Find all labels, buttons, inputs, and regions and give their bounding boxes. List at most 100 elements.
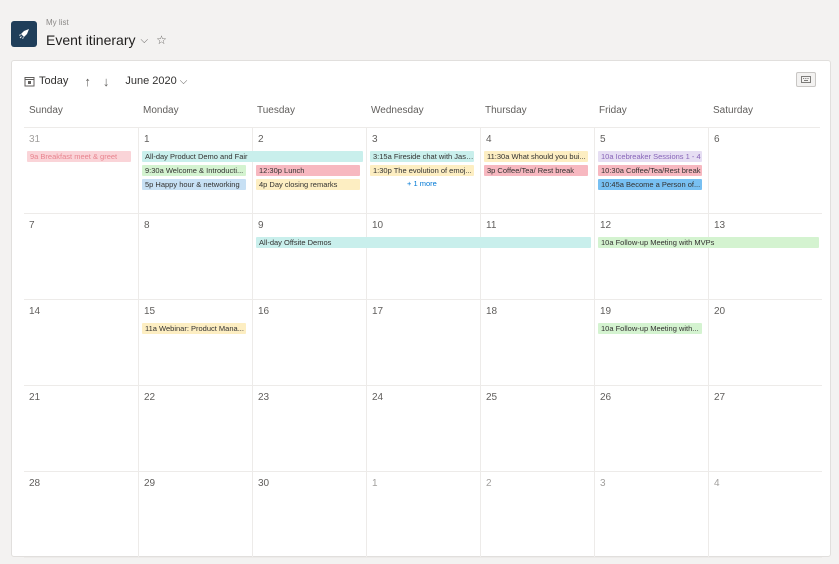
view-title[interactable]: Event itinerary <box>46 32 135 48</box>
keyboard-icon <box>801 76 811 83</box>
event-item[interactable]: 1:30p The evolution of emoj... <box>370 165 474 176</box>
day-cell[interactable]: 25 <box>480 386 594 472</box>
weekday-label: Saturday <box>713 105 754 116</box>
day-number: 20 <box>714 306 726 317</box>
event-item[interactable]: 9:30a Welcome & Introducti... <box>142 165 246 176</box>
day-cell[interactable]: 9 All-day Offsite Demos <box>252 214 591 300</box>
day-cell[interactable]: 13 <box>708 214 822 300</box>
day-number: 1 <box>144 134 150 145</box>
keyboard-button[interactable] <box>796 72 816 87</box>
month-label: June 2020 <box>125 75 177 87</box>
event-item[interactable]: 11:30a What should you bui... <box>484 151 588 162</box>
chevron-down-icon[interactable]: ⌵ <box>140 35 148 46</box>
weekday-label: Sunday <box>29 105 63 116</box>
day-number: 17 <box>372 306 384 317</box>
event-item[interactable]: 10:30a Coffee/Tea/Rest break <box>598 165 702 176</box>
day-number: 12 <box>600 220 612 231</box>
day-cell[interactable]: 16 <box>252 300 366 386</box>
weekday-label: Friday <box>599 105 627 116</box>
arrow-up-icon[interactable]: ↑ <box>84 74 91 89</box>
day-number: 31 <box>29 134 41 145</box>
day-number: 29 <box>144 478 156 489</box>
day-cell[interactable]: 8 <box>138 214 252 300</box>
list-name[interactable]: My list <box>46 18 69 27</box>
day-cell[interactable]: 18 <box>480 300 594 386</box>
day-number: 3 <box>372 134 378 145</box>
day-cell[interactable]: 11 <box>480 214 594 300</box>
event-item[interactable]: 9a Breakfast meet & greet <box>27 151 131 162</box>
calendar-icon <box>24 76 35 86</box>
month-picker[interactable]: June 2020 ⌵ <box>125 75 187 87</box>
day-cell[interactable]: 2 <box>480 472 594 558</box>
day-number: 4 <box>486 134 492 145</box>
day-number: 22 <box>144 392 156 403</box>
calendar-toolbar: Today ↑ ↓ June 2020 ⌵ <box>24 71 187 91</box>
day-cell[interactable]: 14 <box>24 300 138 386</box>
event-item[interactable]: 3:15a Fireside chat with Jason <box>370 151 474 162</box>
day-cell[interactable]: 24 <box>366 386 480 472</box>
event-item[interactable]: 12:30p Lunch <box>256 165 360 176</box>
day-cell[interactable]: 17 <box>366 300 480 386</box>
day-cell[interactable]: 21 <box>24 386 138 472</box>
event-item[interactable]: 3p Coffee/Tea/ Rest break <box>484 165 588 176</box>
day-cell[interactable]: 1 <box>366 472 480 558</box>
event-item[interactable]: 11a Webinar: Product Mana... <box>142 323 246 334</box>
day-number: 13 <box>714 220 726 231</box>
day-number: 19 <box>600 306 612 317</box>
day-number: 7 <box>29 220 35 231</box>
day-number: 3 <box>600 478 606 489</box>
day-number: 2 <box>258 134 264 145</box>
day-number: 6 <box>714 134 720 145</box>
day-cell[interactable]: 3 <box>594 472 708 558</box>
day-cell[interactable]: 4 11:30a What should you bui... 3p Coffe… <box>480 128 594 214</box>
day-cell[interactable]: 26 <box>594 386 708 472</box>
day-number: 15 <box>144 306 156 317</box>
more-events-link[interactable]: + 1 more <box>407 179 437 188</box>
day-cell[interactable]: 3 3:15a Fireside chat with Jason 1:30p T… <box>366 128 480 214</box>
today-button[interactable]: Today <box>24 75 68 87</box>
day-cell[interactable]: 12 10a Follow-up Meeting with MVPs <box>594 214 819 300</box>
weekday-header: Sunday Monday Tuesday Wednesday Thursday… <box>24 105 820 116</box>
day-number: 28 <box>29 478 41 489</box>
day-number: 2 <box>486 478 492 489</box>
day-cell[interactable]: 29 <box>138 472 252 558</box>
weekday-label: Thursday <box>485 105 527 116</box>
event-item[interactable]: 4p Day closing remarks <box>256 179 360 190</box>
day-cell[interactable]: 20 <box>708 300 822 386</box>
event-item[interactable]: 5p Happy hour & networking <box>142 179 246 190</box>
calendar-card: Today ↑ ↓ June 2020 ⌵ Sunday Monday Tues… <box>11 60 831 558</box>
day-cell[interactable]: 2 12:30p Lunch 4p Day closing remarks <box>252 128 366 214</box>
day-cell[interactable]: 28 <box>24 472 138 558</box>
day-number: 27 <box>714 392 726 403</box>
day-cell[interactable]: 30 <box>252 472 366 558</box>
day-cell[interactable]: 5 10a Icebreaker Sessions 1 - 4 10:30a C… <box>594 128 708 214</box>
event-item[interactable]: 10a Icebreaker Sessions 1 - 4 <box>598 151 702 162</box>
event-item[interactable]: 10a Follow-up Meeting with... <box>598 323 702 334</box>
day-cell[interactable]: 23 <box>252 386 366 472</box>
event-item[interactable]: All-day Product Demo and Fair <box>142 151 363 162</box>
event-item[interactable]: All-day Offsite Demos <box>256 237 591 248</box>
day-cell[interactable]: 15 11a Webinar: Product Mana... <box>138 300 252 386</box>
day-number: 30 <box>258 478 270 489</box>
arrow-down-icon[interactable]: ↓ <box>103 74 110 89</box>
day-number: 4 <box>714 478 720 489</box>
day-cell[interactable]: 4 <box>708 472 822 558</box>
app-logo <box>11 21 37 47</box>
star-icon[interactable]: ☆ <box>156 33 167 47</box>
day-number: 10 <box>372 220 384 231</box>
day-cell[interactable]: 19 10a Follow-up Meeting with... <box>594 300 708 386</box>
day-cell[interactable]: 27 <box>708 386 822 472</box>
day-cell[interactable]: 31 9a Breakfast meet & greet <box>24 128 138 214</box>
day-cell[interactable]: 10 <box>366 214 480 300</box>
day-cell[interactable]: 6 <box>708 128 822 214</box>
weekday-label: Tuesday <box>257 105 295 116</box>
day-number: 14 <box>29 306 41 317</box>
day-number: 16 <box>258 306 270 317</box>
day-cell[interactable]: 22 <box>138 386 252 472</box>
event-item[interactable]: 10a Follow-up Meeting with MVPs <box>598 237 819 248</box>
day-cell[interactable]: 1 All-day Product Demo and Fair 9:30a We… <box>138 128 363 214</box>
event-item[interactable]: 10:45a Become a Person of... <box>598 179 702 190</box>
day-number: 18 <box>486 306 498 317</box>
day-cell[interactable]: 7 <box>24 214 138 300</box>
day-number: 9 <box>258 220 264 231</box>
